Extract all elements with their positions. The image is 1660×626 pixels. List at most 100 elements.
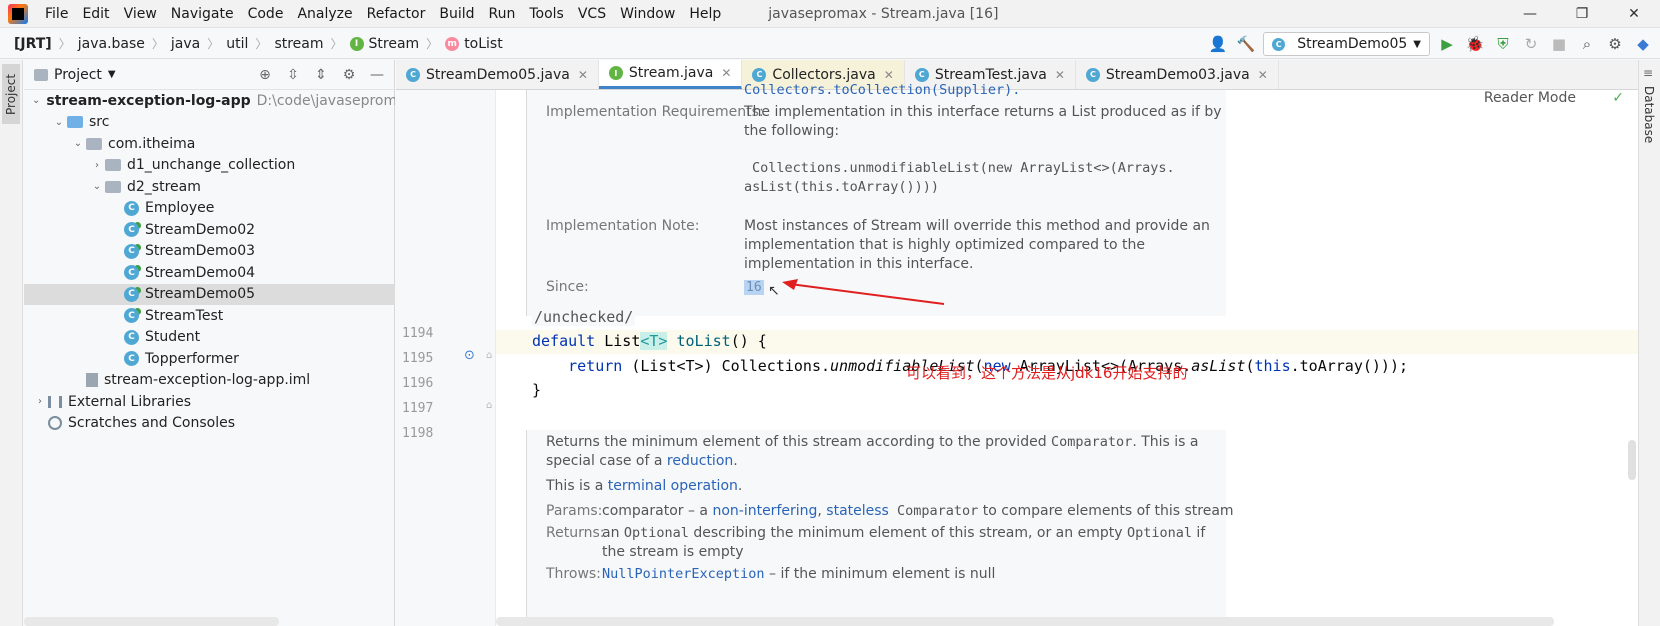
breadcrumb-java[interactable]: java xyxy=(167,36,204,52)
tab-close-icon[interactable]: ✕ xyxy=(884,68,894,82)
tree-item[interactable]: › d1_unchange_collection xyxy=(24,155,395,177)
tree-item-label: Scratches and Consoles xyxy=(68,415,235,432)
breadcrumb-java-base[interactable]: java.base xyxy=(74,36,149,52)
locate-target-icon[interactable]: ⊕ xyxy=(254,64,276,86)
class-icon: C xyxy=(1272,37,1286,51)
tree-item-label: Employee xyxy=(145,200,215,217)
tab-close-icon[interactable]: ✕ xyxy=(1055,68,1065,82)
minimize-icon[interactable]: — xyxy=(1504,0,1556,28)
panel-settings-icon[interactable]: ⚙ xyxy=(338,64,360,86)
toolbox-icon[interactable]: ◆ xyxy=(1632,33,1654,55)
stop-icon[interactable]: ■ xyxy=(1548,33,1570,55)
tab-close-icon[interactable]: ✕ xyxy=(578,68,588,82)
doc-text: , xyxy=(817,503,827,519)
menu-analyze[interactable]: Analyze xyxy=(290,6,359,22)
menu-run[interactable]: Run xyxy=(482,6,523,22)
tree-item[interactable]: ⌄ com.itheima xyxy=(24,133,395,155)
menu-vcs[interactable]: VCS xyxy=(571,6,613,22)
terminal-operation-link[interactable]: terminal operation xyxy=(608,478,738,494)
menu-edit[interactable]: Edit xyxy=(75,6,116,22)
tree-item[interactable]: C Employee xyxy=(24,198,395,220)
run-icon[interactable]: ▶ xyxy=(1436,33,1458,55)
project-panel-title[interactable]: Project xyxy=(54,67,102,83)
tree-item[interactable]: C StreamTest xyxy=(24,305,395,327)
tree-item-label: StreamDemo04 xyxy=(145,264,256,281)
menu-window[interactable]: Window xyxy=(613,6,682,22)
horizontal-scrollbar[interactable] xyxy=(24,617,279,626)
fold-marker-icon[interactable]: ⌂ xyxy=(486,400,492,411)
database-tool-tab[interactable]: Database xyxy=(1642,86,1656,143)
reduction-link[interactable]: reduction xyxy=(667,453,733,469)
menu-view[interactable]: View xyxy=(117,6,164,22)
restore-icon[interactable]: ❐ xyxy=(1556,0,1608,28)
build-hammer-icon[interactable]: 🔨 xyxy=(1235,33,1257,55)
implementation-marker-icon[interactable]: ⊙ xyxy=(464,348,475,363)
user-icon[interactable]: 👤 xyxy=(1207,33,1229,55)
project-tool-tab[interactable]: Project xyxy=(2,64,20,124)
expand-all-icon[interactable]: ⇳ xyxy=(282,64,304,86)
vertical-scrollbar[interactable] xyxy=(1628,440,1636,480)
non-interfering-link[interactable]: non-interfering xyxy=(712,503,817,519)
stateless-link[interactable]: stateless xyxy=(826,503,889,519)
tree-item[interactable]: › External Libraries xyxy=(24,391,395,413)
tree-item-label: d2_stream xyxy=(127,178,201,195)
tree-item[interactable]: C Topperformer xyxy=(24,348,395,370)
check-icon: ✓ xyxy=(1612,90,1624,106)
chevron-down-icon[interactable]: ⌄ xyxy=(32,95,40,106)
menu-build[interactable]: Build xyxy=(432,6,481,22)
menu-file[interactable]: File xyxy=(38,6,75,22)
breadcrumb-tolist[interactable]: m toList xyxy=(441,36,507,52)
tab-close-icon[interactable]: ✕ xyxy=(1258,68,1268,82)
tree-item[interactable]: stream-exception-log-app.iml xyxy=(24,370,395,392)
breadcrumb-jrt[interactable]: [JRT] xyxy=(10,36,56,52)
editor-tab[interactable]: I Stream.java ✕ xyxy=(598,60,743,89)
horizontal-scrollbar[interactable] xyxy=(496,617,1554,626)
chevron-right-icon[interactable]: › xyxy=(89,160,105,171)
menu-help[interactable]: Help xyxy=(682,6,728,22)
profile-icon[interactable]: ↻ xyxy=(1520,33,1542,55)
red-annotation-note: 可以看到，这个方法是从jdk16开始支持的 xyxy=(906,364,1188,382)
run-configuration-select[interactable]: C StreamDemo05 ▼ xyxy=(1263,32,1430,56)
fold-marker-icon[interactable]: ⌂ xyxy=(486,350,492,361)
tree-item[interactable]: ⌄ d2_stream xyxy=(24,176,395,198)
tree-item[interactable]: ⌄ src xyxy=(24,112,395,134)
chevron-down-icon[interactable]: ⌄ xyxy=(89,181,105,192)
tree-item[interactable]: ⌄ stream-exception-log-app D:\code\javasep… xyxy=(24,90,395,112)
tree-item[interactable]: C StreamDemo04 xyxy=(24,262,395,284)
tree-item[interactable]: C Student xyxy=(24,327,395,349)
tree-item[interactable]: C StreamDemo05 xyxy=(24,283,395,305)
search-icon[interactable]: ⌕ xyxy=(1576,33,1598,55)
structure-icon[interactable]: ≡ xyxy=(1643,66,1653,80)
breadcrumb-stream[interactable]: stream xyxy=(270,36,327,52)
tree-item[interactable]: C StreamDemo02 xyxy=(24,219,395,241)
impl-req-code: asList(this.toArray()))) xyxy=(744,179,940,195)
reader-mode-button[interactable]: Reader Mode xyxy=(1484,90,1576,106)
collectors-link[interactable]: Collectors.toCollection(Supplier). xyxy=(744,82,1020,98)
code-area[interactable]: Reader Mode ✓ Collectors.toCollection(Su… xyxy=(496,82,1638,626)
menu-code[interactable]: Code xyxy=(241,6,291,22)
chevron-right-icon[interactable]: › xyxy=(32,396,48,407)
close-icon[interactable]: ✕ xyxy=(1608,0,1660,28)
breadcrumb-stream-interface[interactable]: I Stream xyxy=(346,36,424,52)
source-folder-icon xyxy=(67,116,83,129)
editor-tab[interactable]: C StreamDemo03.java ✕ xyxy=(1076,60,1279,89)
menu-navigate[interactable]: Navigate xyxy=(164,6,241,22)
hide-panel-icon[interactable]: — xyxy=(366,64,388,86)
debug-icon[interactable]: 🐞 xyxy=(1464,33,1486,55)
collapse-all-icon[interactable]: ⇕ xyxy=(310,64,332,86)
class-icon: C xyxy=(124,329,139,345)
breadcrumb-util[interactable]: util xyxy=(222,36,252,52)
chevron-down-icon[interactable]: ⌄ xyxy=(51,117,67,128)
tree-item[interactable]: C StreamDemo03 xyxy=(24,241,395,263)
menu-refactor[interactable]: Refactor xyxy=(360,6,433,22)
chevron-down-icon[interactable]: ⌄ xyxy=(70,138,86,149)
tree-item[interactable]: Scratches and Consoles xyxy=(24,413,395,435)
editor-tab[interactable]: C StreamDemo05.java ✕ xyxy=(396,60,599,89)
chevron-down-icon[interactable]: ▼ xyxy=(108,69,116,80)
class-icon: C xyxy=(1085,67,1100,82)
coverage-icon[interactable]: ⛨ xyxy=(1492,33,1514,55)
npe-link[interactable]: NullPointerException xyxy=(602,566,765,582)
tab-close-icon[interactable]: ✕ xyxy=(721,66,731,80)
menu-tools[interactable]: Tools xyxy=(522,6,571,22)
settings-gear-icon[interactable]: ⚙ xyxy=(1604,33,1626,55)
